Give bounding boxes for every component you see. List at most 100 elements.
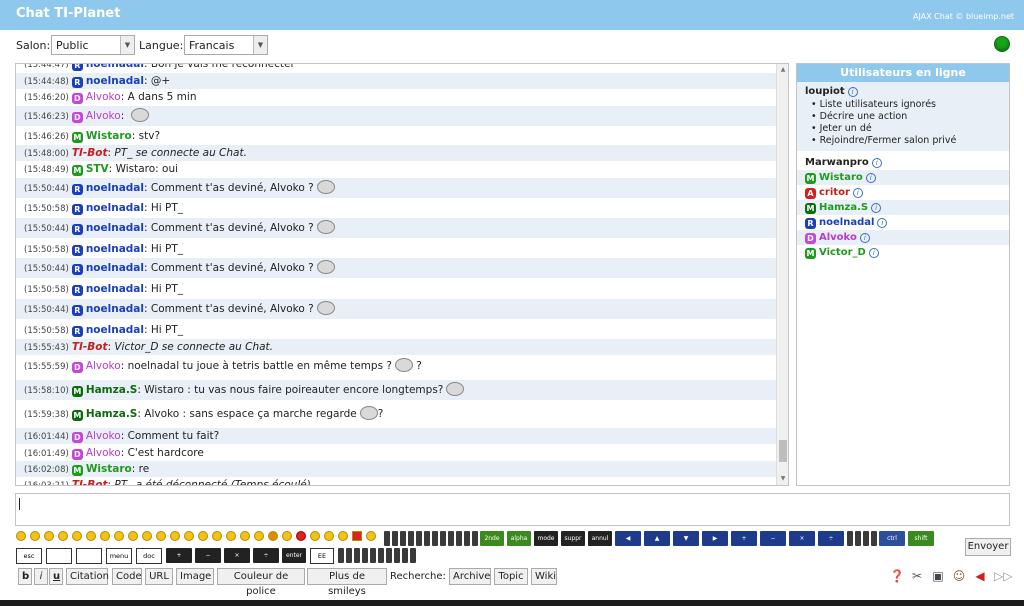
calculator-icon[interactable] bbox=[464, 531, 470, 546]
emoticon-icon[interactable] bbox=[366, 531, 376, 541]
calculator-icon[interactable] bbox=[424, 531, 430, 546]
calculator-icon[interactable] bbox=[370, 548, 376, 563]
info-icon[interactable]: i bbox=[871, 158, 882, 168]
calculator-icon[interactable] bbox=[362, 548, 368, 563]
salon-select[interactable]: Public ▼ bbox=[51, 35, 135, 55]
chat-scrollbar[interactable]: ▲ ▼ bbox=[776, 64, 788, 485]
emoticon-icon[interactable] bbox=[352, 531, 362, 541]
scroll-down-icon[interactable]: ▼ bbox=[779, 475, 787, 483]
message-username[interactable]: Alvoko bbox=[86, 447, 121, 459]
info-icon[interactable]: i bbox=[847, 87, 858, 97]
emoticon-icon[interactable] bbox=[268, 531, 278, 541]
info-icon[interactable]: i bbox=[859, 233, 870, 243]
calculator-icon[interactable] bbox=[855, 531, 861, 546]
info-icon[interactable]: i bbox=[868, 248, 879, 258]
online-user-row[interactable]: M Hamza.S i bbox=[797, 200, 1009, 215]
calculator-icon[interactable] bbox=[440, 531, 446, 546]
calc-key-button[interactable]: shift bbox=[908, 531, 934, 546]
calc-key-button[interactable]: enter bbox=[282, 548, 306, 563]
message-username[interactable]: STV bbox=[86, 163, 109, 175]
operator-key-icon[interactable]: − bbox=[195, 548, 221, 563]
bold-button[interactable]: b bbox=[18, 568, 32, 585]
online-user-row[interactable]: M Victor_D i bbox=[797, 245, 1009, 260]
info-icon[interactable]: i bbox=[871, 203, 882, 213]
emoticon-icon[interactable] bbox=[338, 531, 348, 541]
calculator-icon[interactable] bbox=[402, 548, 408, 563]
calculator-icon[interactable] bbox=[863, 531, 869, 546]
emoticon-icon[interactable] bbox=[86, 531, 96, 541]
message-username[interactable]: noelnadal bbox=[86, 262, 144, 274]
calculator-icon[interactable] bbox=[394, 548, 400, 563]
emoticon-icon[interactable] bbox=[198, 531, 208, 541]
calculator-icon[interactable] bbox=[847, 531, 853, 546]
emoticon-icon[interactable] bbox=[16, 531, 26, 541]
menu-item-dice[interactable]: Jeter un dé bbox=[811, 123, 1001, 135]
message-username[interactable]: noelnadal bbox=[86, 303, 144, 315]
calculator-icon[interactable] bbox=[472, 531, 478, 546]
message-username[interactable]: noelnadal bbox=[86, 182, 144, 194]
message-username[interactable]: noelnadal bbox=[86, 75, 144, 87]
tools-icon[interactable]: ✂ bbox=[909, 568, 925, 584]
calc-key-button[interactable] bbox=[76, 548, 102, 564]
calc-key-button[interactable]: ctrl bbox=[879, 531, 905, 546]
calculator-icon[interactable] bbox=[400, 531, 406, 546]
calculator-icon[interactable] bbox=[410, 548, 416, 563]
calculator-icon[interactable] bbox=[408, 531, 414, 546]
calc-key-button[interactable]: 2nde 2ND bbox=[480, 531, 504, 557]
scroll-up-icon[interactable]: ▲ bbox=[779, 66, 787, 74]
message-input[interactable] bbox=[15, 493, 1010, 526]
message-username[interactable]: Alvoko bbox=[86, 91, 121, 103]
online-username[interactable]: Wistaro bbox=[819, 172, 863, 183]
nav-key-icon[interactable]: ▶ bbox=[702, 531, 728, 546]
archive-button[interactable]: Archive bbox=[449, 568, 491, 585]
calculator-icon[interactable] bbox=[338, 548, 344, 563]
menu-item-private[interactable]: Rejoindre/Fermer salon privé bbox=[811, 135, 1001, 147]
autoscroll-icon[interactable]: ▷▷ bbox=[994, 568, 1012, 584]
message-username[interactable]: TI-Bot bbox=[72, 147, 108, 159]
nav-key-icon[interactable]: − bbox=[760, 531, 786, 546]
emoticon-icon[interactable] bbox=[324, 531, 334, 541]
message-username[interactable]: Alvoko bbox=[86, 430, 121, 442]
message-username[interactable]: Hamza.S bbox=[86, 384, 138, 396]
scrollbar-thumb[interactable] bbox=[779, 440, 787, 462]
emoticon-icon[interactable] bbox=[114, 531, 124, 541]
message-username[interactable]: Hamza.S bbox=[86, 408, 138, 420]
nav-key-icon[interactable]: ▲ bbox=[644, 531, 670, 546]
font-color-button[interactable]: Couleur de police bbox=[217, 568, 305, 597]
emoticon-icon[interactable] bbox=[72, 531, 82, 541]
calculator-icon[interactable] bbox=[871, 531, 877, 546]
online-username[interactable]: Marwanpro bbox=[805, 157, 869, 168]
calc-key-button[interactable]: menu bbox=[106, 548, 132, 564]
online-user-row[interactable]: Acritor i bbox=[797, 185, 1009, 200]
message-username[interactable]: Wistaro bbox=[86, 463, 132, 475]
nav-key-icon[interactable]: × bbox=[789, 531, 815, 546]
message-username[interactable]: noelnadal bbox=[86, 64, 144, 70]
computer-icon[interactable]: ▣ bbox=[930, 568, 946, 584]
emoticon-icon[interactable] bbox=[296, 531, 306, 541]
emoticon-icon[interactable] bbox=[30, 531, 40, 541]
calculator-icon[interactable] bbox=[392, 531, 398, 546]
send-button[interactable]: Envoyer bbox=[965, 538, 1011, 556]
emoticon-icon[interactable] bbox=[58, 531, 68, 541]
underline-button[interactable]: u bbox=[49, 568, 63, 585]
calculator-icon[interactable] bbox=[416, 531, 422, 546]
operator-key-icon[interactable]: ÷ bbox=[253, 548, 279, 563]
message-username[interactable]: Alvoko bbox=[86, 110, 121, 122]
nav-key-icon[interactable]: ▼ bbox=[673, 531, 699, 546]
online-user-row[interactable]: Marwanpro i bbox=[797, 155, 1009, 170]
online-username[interactable]: critor bbox=[819, 187, 850, 198]
calc-key-button[interactable]: suppr DEL bbox=[561, 531, 585, 557]
online-username[interactable]: noelnadal bbox=[819, 217, 874, 228]
message-username[interactable]: noelnadal bbox=[86, 324, 144, 336]
menu-item-ignored[interactable]: Liste utilisateurs ignorés bbox=[811, 99, 1001, 111]
online-user-row[interactable]: Rnoelnadal i bbox=[797, 215, 1009, 230]
italic-button[interactable]: i bbox=[34, 568, 48, 585]
online-user-row[interactable]: M Wistaro i bbox=[797, 170, 1009, 185]
emoticon-icon[interactable] bbox=[226, 531, 236, 541]
emoticon-icon[interactable] bbox=[170, 531, 180, 541]
online-username[interactable]: Alvoko bbox=[819, 232, 857, 243]
calc-key-button[interactable] bbox=[46, 548, 72, 564]
message-username[interactable]: Wistaro bbox=[86, 130, 132, 142]
wiki-button[interactable]: Wiki bbox=[531, 568, 557, 585]
info-icon[interactable]: i bbox=[865, 173, 876, 183]
